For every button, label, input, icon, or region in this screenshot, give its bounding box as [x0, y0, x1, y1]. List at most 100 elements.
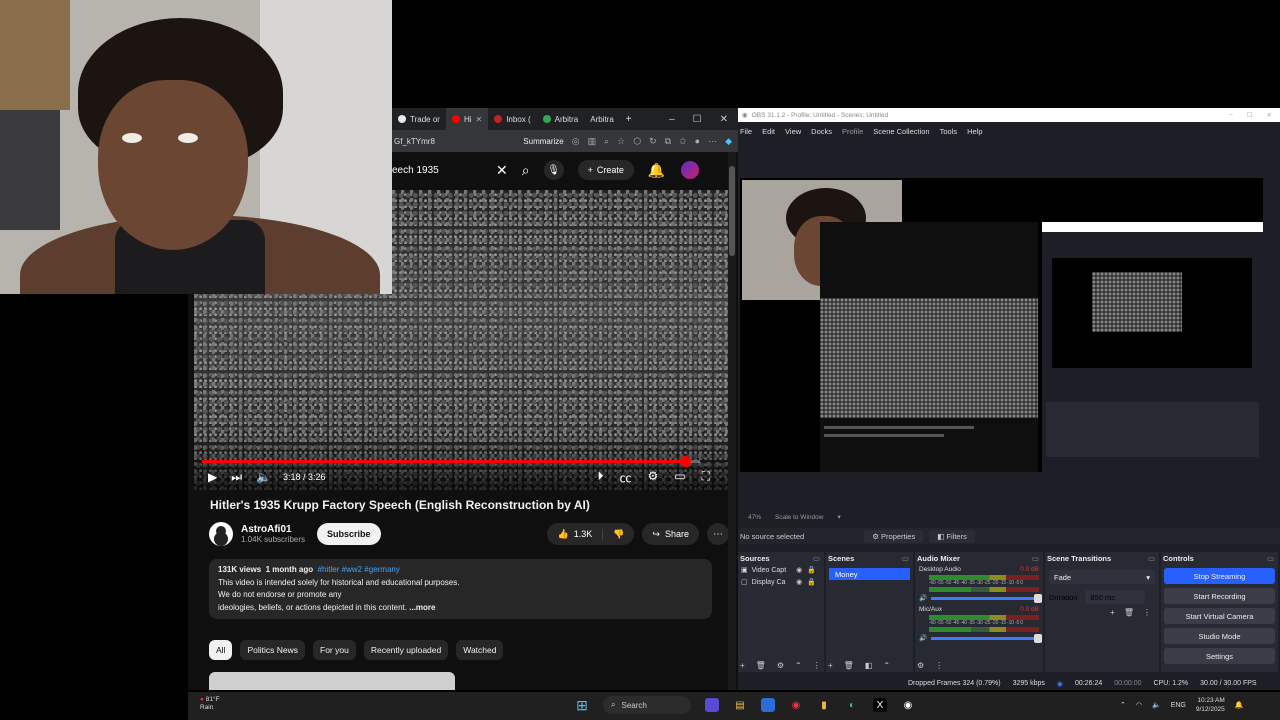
- menu-view[interactable]: View: [785, 127, 801, 136]
- user-avatar[interactable]: [681, 161, 700, 179]
- dock-menu-icon[interactable]: ▭: [1148, 554, 1155, 563]
- store-icon[interactable]: [761, 698, 775, 712]
- subscribe-button[interactable]: Subscribe: [317, 523, 381, 545]
- notifications-bell-icon[interactable]: 🔔: [648, 162, 665, 179]
- dock-menu-icon[interactable]: ▭: [902, 554, 909, 563]
- minimize-icon[interactable]: –: [669, 114, 675, 125]
- channel-avatar[interactable]: [209, 522, 233, 546]
- close-tab-icon[interactable]: ✕: [476, 115, 483, 124]
- page-scrollbar[interactable]: [728, 152, 736, 690]
- menu-tools[interactable]: Tools: [940, 127, 958, 136]
- tray-chevron-icon[interactable]: ⌃: [1120, 701, 1126, 709]
- menu-scene-collection[interactable]: Scene Collection: [873, 127, 929, 136]
- dock-menu-icon[interactable]: ▭: [1032, 554, 1039, 563]
- favorites-icon[interactable]: ✩: [679, 136, 687, 147]
- hashtags[interactable]: #hitler #ww2 #germany: [318, 565, 400, 574]
- minimize-icon[interactable]: –: [1229, 111, 1233, 119]
- more-actions-button[interactable]: ⋯: [707, 523, 729, 545]
- add-icon[interactable]: +: [740, 661, 745, 670]
- chip-recently-uploaded[interactable]: Recently uploaded: [363, 640, 449, 660]
- video-description[interactable]: 131K views 1 month ago #hitler #ww2 #ger…: [209, 559, 712, 619]
- browser-tab[interactable]: Inbox (: [488, 108, 536, 130]
- summarize-button[interactable]: Summarize: [523, 137, 563, 146]
- profile-icon[interactable]: ●: [695, 136, 700, 146]
- dock-menu-icon[interactable]: ▭: [813, 554, 820, 563]
- collections-icon[interactable]: ⧉: [665, 136, 671, 147]
- filters-button[interactable]: ◧ Filters: [929, 529, 975, 543]
- remove-icon[interactable]: 🗑: [1124, 608, 1134, 617]
- transition-select[interactable]: Fade ▾: [1049, 570, 1155, 584]
- volume-icon[interactable]: 🔈: [256, 470, 271, 484]
- settings-gear-icon[interactable]: ⚙: [647, 469, 658, 486]
- captions-icon[interactable]: ㏄: [619, 469, 631, 486]
- move-up-icon[interactable]: ⌃: [883, 661, 890, 670]
- chip-all[interactable]: All: [209, 640, 233, 660]
- scrollbar-thumb[interactable]: [729, 166, 735, 256]
- search-input[interactable]: eech 1935: [392, 165, 482, 176]
- theater-mode-icon[interactable]: ▭: [674, 469, 685, 486]
- channel-name[interactable]: AstroAfi01: [241, 524, 305, 535]
- volume-slider[interactable]: [931, 633, 1042, 643]
- stop-streaming-button[interactable]: Stop Streaming: [1164, 568, 1275, 584]
- remove-icon[interactable]: 🗑: [844, 661, 854, 670]
- menu-dots-icon[interactable]: ⋯: [708, 136, 717, 147]
- browser-tab[interactable]: Trade or: [392, 108, 446, 130]
- edge-copilot-icon[interactable]: ◆: [725, 136, 738, 147]
- taskbar-search[interactable]: ⌕ Search: [603, 696, 691, 714]
- start-virtual-camera-button[interactable]: Start Virtual Camera: [1164, 608, 1275, 624]
- microphone-icon[interactable]: 🎙: [543, 160, 564, 180]
- weather-widget[interactable]: ● 81°F Rain: [200, 696, 240, 716]
- chip-politics-news[interactable]: Politics News: [240, 640, 305, 660]
- menu-docks[interactable]: Docks: [811, 127, 832, 136]
- new-tab-button[interactable]: +: [620, 114, 638, 125]
- more-icon[interactable]: ⋮: [935, 661, 943, 670]
- menu-edit[interactable]: Edit: [762, 127, 775, 136]
- split-screen-icon[interactable]: ▥: [588, 136, 597, 147]
- favorite-star-icon[interactable]: ☆: [617, 136, 625, 147]
- extensions-icon[interactable]: ⬡: [633, 136, 641, 147]
- menu-help[interactable]: Help: [967, 127, 982, 136]
- like-button[interactable]: 👍 1.3K: [547, 528, 604, 540]
- zoom-level[interactable]: 47%: [748, 514, 761, 521]
- settings-button[interactable]: Settings: [1164, 648, 1275, 664]
- dislike-button[interactable]: 👎: [603, 529, 634, 540]
- play-icon[interactable]: ▶: [208, 470, 217, 484]
- obs-preview-canvas[interactable]: [740, 178, 1263, 472]
- copilot-icon[interactable]: [705, 698, 719, 712]
- speaker-icon[interactable]: 🔊: [919, 594, 927, 602]
- duration-input[interactable]: 850 ms: [1085, 590, 1146, 604]
- source-item[interactable]: ▢ Display Ca ◉ 🔒: [738, 576, 824, 588]
- next-icon[interactable]: ⏭: [231, 470, 242, 485]
- chevron-down-icon[interactable]: ▾: [837, 513, 840, 521]
- clock[interactable]: 10:23 AM 9/12/2025: [1196, 696, 1225, 714]
- close-icon[interactable]: ✕: [1267, 111, 1272, 119]
- volume-slider[interactable]: [931, 593, 1042, 603]
- progress-bar[interactable]: [202, 456, 700, 467]
- lock-icon[interactable]: 🔒: [807, 566, 816, 574]
- menu-profile[interactable]: Profile: [842, 127, 863, 136]
- language-indicator[interactable]: ENG: [1171, 702, 1186, 709]
- source-item[interactable]: ▣ Video Capt ◉ 🔒: [738, 564, 824, 576]
- search-icon[interactable]: ⌕: [522, 162, 530, 179]
- folder-icon[interactable]: ▮: [817, 698, 831, 712]
- speaker-icon[interactable]: 🔊: [919, 634, 927, 642]
- maximize-icon[interactable]: ☐: [693, 114, 702, 125]
- lock-icon[interactable]: 🔒: [807, 578, 816, 586]
- browser-tab[interactable]: Arbitra: [584, 108, 620, 130]
- recommended-video-thumbnail[interactable]: [209, 672, 455, 690]
- clear-search-icon[interactable]: ✕: [496, 162, 508, 179]
- browser-tab[interactable]: Arbitra: [537, 108, 585, 130]
- chip-for-you[interactable]: For you: [313, 640, 356, 660]
- file-explorer-icon[interactable]: ▤: [733, 698, 747, 712]
- notification-bell-icon[interactable]: 🔔: [1235, 701, 1244, 709]
- visibility-eye-icon[interactable]: ◉: [796, 566, 802, 574]
- copilot-icon[interactable]: ◎: [572, 136, 580, 147]
- maximize-icon[interactable]: ☐: [1247, 111, 1253, 119]
- edge-icon[interactable]: ◐: [845, 698, 859, 712]
- scene-item-selected[interactable]: Money: [829, 568, 910, 580]
- url-text[interactable]: Gf_kTYmr8: [394, 137, 435, 146]
- wifi-icon[interactable]: ◠: [1136, 701, 1142, 709]
- x-app-icon[interactable]: X: [873, 698, 887, 712]
- visibility-eye-icon[interactable]: ◉: [796, 578, 802, 586]
- settings-gear-icon[interactable]: ⚙: [777, 661, 784, 670]
